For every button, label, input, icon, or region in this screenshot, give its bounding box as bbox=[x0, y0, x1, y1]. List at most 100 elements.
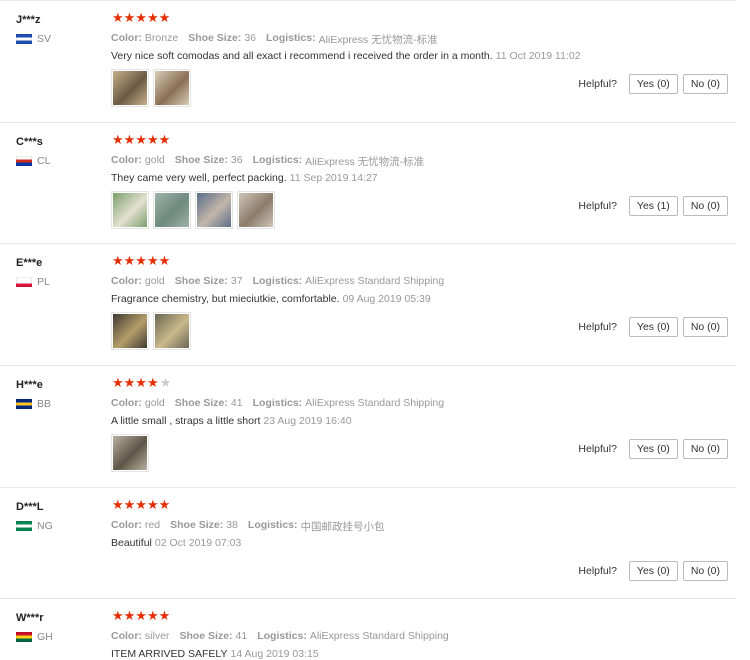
size-label: Shoe Size: bbox=[170, 519, 224, 531]
review-meta: Color: gold Shoe Size: 37 Logistics: AliExp… bbox=[111, 275, 454, 287]
photo-image bbox=[239, 193, 273, 227]
no-button[interactable]: No (0) bbox=[682, 74, 728, 94]
logistics-label: Logistics: bbox=[247, 519, 298, 531]
review-text: Fragrance chemistry, but mieciutkie, com… bbox=[111, 293, 431, 305]
review-photo-thumbnail[interactable] bbox=[153, 312, 191, 350]
yes-button[interactable]: Yes (0) bbox=[628, 561, 678, 581]
logistics-value: AliExpress Standard Shipping bbox=[305, 397, 445, 409]
size-label: Shoe Size: bbox=[179, 630, 233, 642]
size-value: 41 bbox=[230, 397, 243, 409]
color-label: Color: bbox=[111, 275, 142, 287]
stars-filled-icon: ★★★★★ bbox=[112, 11, 171, 26]
review-photo-thumbnail[interactable] bbox=[237, 191, 275, 229]
photo-image bbox=[155, 71, 189, 105]
review-photo-thumbnail[interactable] bbox=[153, 191, 191, 229]
size-value: 36 bbox=[230, 154, 243, 166]
review-item: H***e BB ★★★★ ★ Color: gold Shoe Size: 41 … bbox=[0, 365, 750, 487]
review-date: 09 Aug 2019 05:39 bbox=[342, 293, 431, 305]
photo-image bbox=[155, 193, 189, 227]
star-rating: ★★★★★ bbox=[112, 499, 172, 513]
yes-button[interactable]: Yes (0) bbox=[628, 317, 678, 337]
review-item: D***L NG ★★★★★ Color: red Shoe Size: 38 Lo… bbox=[0, 487, 750, 598]
yes-button[interactable]: Yes (0) bbox=[628, 439, 678, 459]
review-text: They came very well, perfect packing. 11 … bbox=[111, 172, 378, 184]
reviewer-country: BB bbox=[16, 398, 51, 410]
no-button[interactable]: No (0) bbox=[682, 196, 728, 216]
logistics-value: AliExpress Standard Shipping bbox=[305, 275, 445, 287]
photo-image bbox=[113, 193, 147, 227]
divider bbox=[0, 243, 736, 244]
yes-button[interactable]: Yes (1) bbox=[628, 196, 678, 216]
size-label: Shoe Size: bbox=[174, 397, 228, 409]
photo-image bbox=[113, 71, 147, 105]
no-button[interactable]: No (0) bbox=[682, 561, 728, 581]
logistics-value: 中国邮政挂号小包 bbox=[300, 521, 385, 533]
review-date: 11 Oct 2019 11:02 bbox=[495, 50, 581, 62]
color-value: gold bbox=[144, 275, 165, 287]
helpful-label: Helpful? bbox=[578, 565, 617, 577]
color-label: Color: bbox=[111, 397, 142, 409]
review-photos bbox=[111, 312, 195, 350]
review-text: Beautiful 02 Oct 2019 07:03 bbox=[111, 537, 241, 549]
color-value: silver bbox=[144, 630, 170, 642]
yes-button[interactable]: Yes (0) bbox=[628, 74, 678, 94]
divider bbox=[0, 487, 736, 488]
review-photos bbox=[111, 69, 195, 107]
photo-image bbox=[155, 314, 189, 348]
star-rating: ★★★★★ bbox=[112, 255, 172, 269]
review-body: ITEM ARRIVED SAFELY bbox=[111, 648, 228, 660]
reviewer-name: J***z bbox=[16, 14, 41, 26]
reviewer-name: E***e bbox=[16, 257, 43, 269]
logistics-label: Logistics: bbox=[252, 154, 303, 166]
helpful-label: Helpful? bbox=[578, 200, 617, 212]
reviewer-country: PL bbox=[16, 276, 50, 288]
review-photo-thumbnail[interactable] bbox=[111, 69, 149, 107]
country-code: GH bbox=[37, 631, 53, 643]
review-body: Beautiful bbox=[111, 537, 152, 549]
divider bbox=[0, 122, 736, 123]
size-value: 36 bbox=[244, 32, 256, 44]
color-label: Color: bbox=[111, 519, 142, 531]
stars-filled-icon: ★★★★★ bbox=[112, 609, 171, 624]
review-photo-thumbnail[interactable] bbox=[111, 434, 149, 472]
star-rating: ★★★★★ bbox=[112, 134, 172, 148]
color-label: Color: bbox=[111, 630, 142, 642]
no-button[interactable]: No (0) bbox=[682, 317, 728, 337]
stars-filled-icon: ★★★★★ bbox=[112, 254, 171, 269]
divider bbox=[0, 598, 736, 599]
reviewer-name: H***e bbox=[16, 379, 43, 391]
review-photos bbox=[111, 434, 153, 472]
color-value: gold bbox=[144, 397, 165, 409]
logistics-label: Logistics: bbox=[266, 32, 316, 44]
photo-image bbox=[113, 436, 147, 470]
country-code: SV bbox=[37, 33, 52, 45]
photo-image bbox=[197, 193, 231, 227]
review-photo-thumbnail[interactable] bbox=[111, 191, 149, 229]
color-label: Color: bbox=[111, 32, 142, 44]
logistics-label: Logistics: bbox=[252, 397, 303, 409]
country-flag-icon bbox=[16, 277, 32, 287]
reviewer-name: D***L bbox=[16, 501, 44, 513]
helpful-label: Helpful? bbox=[578, 443, 617, 455]
color-label: Color: bbox=[111, 154, 142, 166]
country-flag-icon bbox=[16, 399, 32, 409]
stars-filled-icon: ★★★★★ bbox=[112, 498, 171, 513]
review-body: Very nice soft comodas and all exact i r… bbox=[111, 50, 493, 62]
stars-empty-icon: ★ bbox=[159, 376, 172, 391]
country-code: BB bbox=[37, 398, 52, 410]
review-photo-thumbnail[interactable] bbox=[153, 69, 191, 107]
review-item: E***e PL ★★★★★ Color: gold Shoe Size: 37 L… bbox=[0, 243, 750, 365]
stars-filled-icon: ★★★★ bbox=[112, 376, 159, 391]
logistics-label: Logistics: bbox=[252, 275, 303, 287]
country-flag-icon bbox=[16, 156, 32, 166]
star-rating: ★★★★ ★ bbox=[112, 377, 172, 391]
helpful-voting: Helpful? Yes (0) No (0) bbox=[578, 74, 728, 94]
reviewer-country: NG bbox=[16, 520, 53, 532]
no-button[interactable]: No (0) bbox=[682, 439, 728, 459]
review-photo-thumbnail[interactable] bbox=[111, 312, 149, 350]
review-item: W***r GH ★★★★★ Color: silver Shoe Size: 41… bbox=[0, 598, 750, 660]
review-photo-thumbnail[interactable] bbox=[195, 191, 233, 229]
stars-filled-icon: ★★★★★ bbox=[112, 133, 171, 148]
reviewer-country: CL bbox=[16, 155, 50, 167]
review-date: 14 Aug 2019 03:15 bbox=[230, 648, 319, 660]
